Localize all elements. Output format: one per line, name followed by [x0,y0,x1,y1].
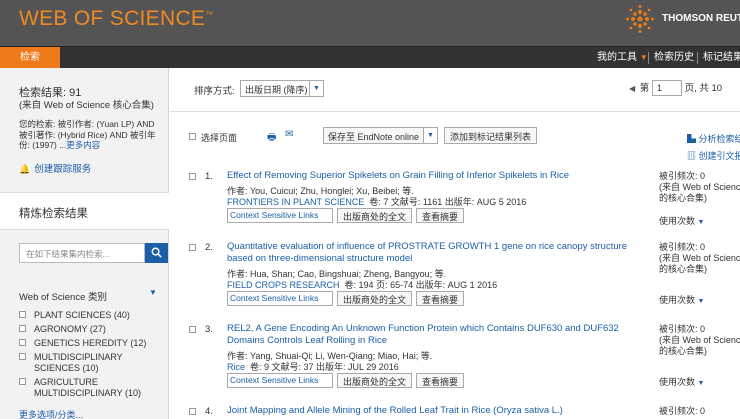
category-checkbox[interactable] [19,353,26,360]
times-cited: 被引频次: 0 [659,406,706,416]
journal-link[interactable]: FIELD CROPS RESEARCH [227,280,340,290]
record-actions: Context Sensitive Links 出版商处的全文 查看摘要 [227,291,465,306]
record-number: 4. [205,406,213,417]
left-panel: 检索结果: 91 (来自 Web of Science 核心合集) 您的检索: … [0,68,169,419]
nav-search-tab[interactable]: 检索 [0,47,60,69]
journal-link[interactable]: Rice [227,362,245,372]
usage-count-toggle[interactable]: 使用次数 ▼ [659,214,704,227]
context-links-button[interactable]: Context Sensitive Links [227,373,333,388]
record-journal: FRONTIERS IN PLANT SCIENCE 卷: 7 文献号: 116… [227,197,527,207]
refine-header: 精炼检索结果 [0,192,169,230]
page-number-input[interactable]: 1 [651,80,682,97]
result-source: (来自 Web of Science 核心合集) [19,100,154,111]
result-record: 2. Quantitative evaluation of influence … [170,241,740,306]
times-cited: 被引频次: 0 (来自 Web of Science 的核心合集) [659,242,740,274]
record-checkbox[interactable] [189,173,196,180]
context-links-button[interactable]: Context Sensitive Links [227,208,333,223]
nav-divider [648,52,649,64]
bell-icon: 🔔 [19,164,31,174]
fulltext-button[interactable]: 出版商处的全文 [337,208,413,223]
record-number: 1. [205,171,213,182]
analyze-results-link[interactable]: ▙ 分析检索结果 [687,132,740,145]
chevron-down-icon: ▼ [697,380,705,387]
more-options-link[interactable]: 更多选项/分类... [19,408,83,419]
chevron-down-icon: ▼ [639,53,648,62]
view-abstract-button[interactable]: 查看摘要 [416,291,465,306]
record-title-link[interactable]: REL2, A Gene Encoding An Unknown Functio… [227,323,647,347]
print-icon[interactable]: 🖶 [267,130,276,147]
category-checkbox[interactable] [19,339,26,346]
usage-count-toggle[interactable]: 使用次数 ▼ [659,375,704,388]
citation-report-link[interactable]: ▥ 创建引文报告 [687,149,740,162]
select-page-checkbox[interactable] [189,133,196,140]
chevron-down-icon: ▼ [309,81,323,96]
usage-count-toggle[interactable]: 使用次数 ▼ [659,293,704,306]
endnote-select[interactable]: 保存至 EndNote online ▼ [323,127,438,144]
result-record: 3. REL2, A Gene Encoding An Unknown Func… [170,323,740,388]
record-journal: FIELD CROPS RESEARCH 卷: 194 页: 65-74 出版年… [227,280,498,290]
record-title-link[interactable]: Quantitative evaluation of influence of … [227,241,647,265]
nav-marked-list[interactable]: 标记结果 [703,47,740,69]
sort-label: 排序方式: [194,86,235,97]
context-links-button[interactable]: Context Sensitive Links [227,291,333,306]
vendor-name: THOMSON REUTERS [662,13,740,24]
view-abstract-button[interactable]: 查看摘要 [416,373,465,388]
pagination: ◀ 第 1 页, 共 10 [629,80,723,97]
bar-chart-icon: ▙ [687,134,697,144]
record-title-link[interactable]: Joint Mapping and Allele Mining of the R… [227,405,647,417]
chevron-down-icon: ▼ [697,298,705,305]
search-icon [151,247,162,258]
record-journal: Rice 卷: 9 文献号: 37 出版年: JUL 29 2016 [227,362,399,372]
refine-search-button[interactable] [145,243,168,263]
fulltext-button[interactable]: 出版商处的全文 [337,373,413,388]
result-record: 1. Effect of Removing Superior Spikelets… [170,170,740,228]
view-abstract-button[interactable]: 查看摘要 [416,208,465,223]
add-to-marked-button[interactable]: 添加到标记结果列表 [444,127,538,144]
result-record: 4. Joint Mapping and Allele Mining of th… [170,405,740,419]
chevron-down-icon: ▼ [697,219,705,226]
sort-bar: 排序方式: 出版日期 (降序) ▼ ◀ 第 1 页, 共 10 [170,68,740,112]
prev-page-icon[interactable]: ◀ [629,84,635,93]
nav-search-history[interactable]: 检索历史 [654,47,694,69]
results-main: 排序方式: 出版日期 (降序) ▼ ◀ 第 1 页, 共 10 选择页面 🖶 ✉ … [170,68,740,419]
main-nav: 检索 我的工具 ▼ 检索历史 标记结果 [0,46,740,69]
category-title: Web of Science 类别 [19,292,108,303]
record-number: 2. [205,242,213,253]
thomson-reuters-logo-icon [626,5,654,33]
record-number: 3. [205,324,213,335]
fulltext-button[interactable]: 出版商处的全文 [337,291,413,306]
create-alert-link[interactable]: 🔔 创建跟踪服务 [19,161,91,175]
refine-search-input[interactable]: 在如下结果集内检索... [19,243,145,263]
chevron-down-icon: ▼ [423,128,437,143]
search-query: 您的检索: 被引作者: (Yuan LP) AND 被引著作: (Hybrid … [19,119,159,151]
category-checkbox[interactable] [19,378,26,385]
sort-select[interactable]: 出版日期 (降序) ▼ [240,80,324,97]
email-icon[interactable]: ✉ [285,129,293,140]
nav-divider [697,52,698,64]
chevron-down-icon[interactable]: ▼ [149,288,157,297]
record-actions: Context Sensitive Links 出版商处的全文 查看摘要 [227,373,465,388]
times-cited: 被引频次: 0 (来自 Web of Science 的核心合集) [659,171,740,203]
query-more-link[interactable]: 更多内容 [66,140,100,150]
category-checkbox[interactable] [19,325,26,332]
top-header: WEB OF SCIENCE™ THOMSON REUTERS [0,0,740,46]
record-checkbox[interactable] [189,244,196,251]
wos-logo[interactable]: WEB OF SCIENCE™ [19,7,214,31]
page-total: 10 [711,83,723,94]
report-icon: ▥ [687,151,697,161]
nav-my-tools[interactable]: 我的工具 ▼ [597,47,648,69]
record-checkbox[interactable] [189,408,196,415]
select-page-label: 选择页面 [201,133,238,143]
record-actions: Context Sensitive Links 出版商处的全文 查看摘要 [227,208,465,223]
results-toolbar: 选择页面 🖶 ✉ 保存至 EndNote online ▼ 添加到标记结果列表 [170,113,740,157]
category-checkbox[interactable] [19,311,26,318]
record-title-link[interactable]: Effect of Removing Superior Spikelets on… [227,170,647,182]
record-checkbox[interactable] [189,326,196,333]
refine-title: 精炼检索结果 [19,208,88,220]
journal-link[interactable]: FRONTIERS IN PLANT SCIENCE [227,197,364,207]
times-cited: 被引频次: 0 (来自 Web of Science 的核心合集) [659,324,740,356]
